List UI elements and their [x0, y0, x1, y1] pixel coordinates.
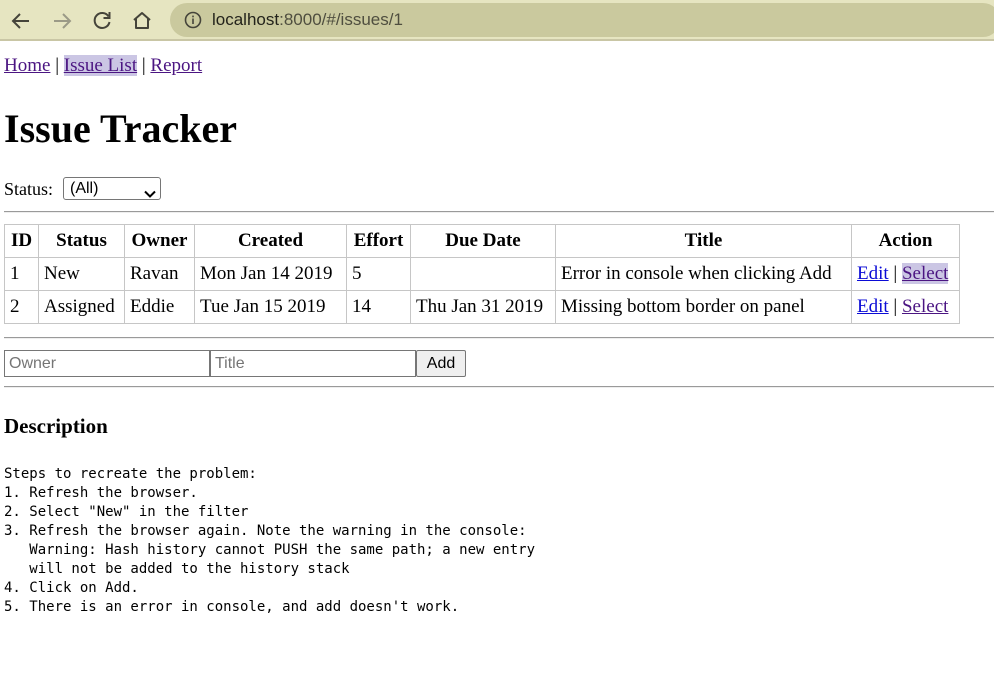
column-header-due-date: Due Date: [410, 224, 556, 258]
url-path: :8000/#/issues/1: [279, 10, 403, 29]
table-header-row: ID Status Owner Created Effort Due Date …: [4, 224, 960, 258]
status-filter: Status: (All): [4, 177, 161, 200]
action-separator: |: [893, 263, 898, 284]
cell-created: Mon Jan 14 2019: [194, 257, 347, 291]
reload-icon[interactable]: [88, 7, 116, 35]
page-title: Issue Tracker: [4, 106, 237, 151]
cell-action: Edit | Select: [851, 290, 960, 324]
nav-bar: Home | Issue List | Report: [4, 55, 202, 77]
cell-status: New: [38, 257, 125, 291]
add-button[interactable]: Add: [416, 350, 466, 377]
nav-link-home[interactable]: Home: [4, 55, 50, 76]
column-header-created: Created: [194, 224, 347, 258]
divider: [4, 337, 994, 339]
cell-due-date: [410, 257, 556, 291]
status-select-value: (All): [70, 180, 99, 197]
cell-effort: 5: [346, 257, 411, 291]
owner-input[interactable]: [4, 350, 210, 377]
divider: [4, 211, 994, 213]
browser-toolbar: localhost:8000/#/issues/1: [0, 0, 994, 41]
column-header-title: Title: [555, 224, 852, 258]
info-icon[interactable]: [184, 11, 202, 29]
cell-title: Error in console when clicking Add: [555, 257, 852, 291]
cell-title: Missing bottom border on panel: [555, 290, 852, 324]
cell-owner: Eddie: [124, 290, 195, 324]
chevron-down-icon: [144, 184, 156, 198]
description-heading: Description: [4, 414, 108, 438]
table-row[interactable]: 2 Assigned Eddie Tue Jan 15 2019 14 Thu …: [4, 290, 960, 324]
home-icon[interactable]: [128, 7, 156, 35]
table-row[interactable]: 1 New Ravan Mon Jan 14 2019 5 Error in c…: [4, 257, 960, 291]
divider: [4, 386, 994, 388]
cell-status: Assigned: [38, 290, 125, 324]
action-separator: |: [893, 296, 898, 317]
issue-table: ID Status Owner Created Effort Due Date …: [4, 224, 960, 324]
back-arrow-icon[interactable]: [7, 7, 35, 35]
cell-created: Tue Jan 15 2019: [194, 290, 347, 324]
cell-action: Edit | Select: [851, 257, 960, 291]
cell-effort: 14: [346, 290, 411, 324]
cell-due-date: Thu Jan 31 2019: [410, 290, 556, 324]
nav-link-issue-list[interactable]: Issue List: [63, 55, 138, 76]
status-select[interactable]: (All): [63, 177, 161, 200]
column-header-status: Status: [38, 224, 125, 258]
status-filter-label: Status:: [4, 179, 54, 199]
column-header-effort: Effort: [346, 224, 411, 258]
column-header-owner: Owner: [124, 224, 195, 258]
forward-arrow-icon[interactable]: [48, 7, 76, 35]
cell-id: 1: [4, 257, 39, 291]
column-header-id: ID: [4, 224, 39, 258]
nav-separator: |: [55, 55, 59, 76]
description-text: Steps to recreate the problem: 1. Refres…: [4, 466, 536, 615]
url-host: localhost: [212, 10, 280, 29]
select-link[interactable]: Select: [901, 263, 949, 284]
url-text: localhost:8000/#/issues/1: [212, 11, 403, 29]
title-input[interactable]: [210, 350, 416, 377]
select-link[interactable]: Select: [902, 296, 948, 317]
nav-separator: |: [141, 55, 146, 76]
cell-id: 2: [4, 290, 39, 324]
edit-link[interactable]: Edit: [857, 296, 889, 317]
column-header-action: Action: [851, 224, 960, 258]
edit-link[interactable]: Edit: [857, 263, 889, 284]
address-bar[interactable]: localhost:8000/#/issues/1: [170, 3, 994, 37]
cell-owner: Ravan: [124, 257, 195, 291]
nav-link-report[interactable]: Report: [150, 55, 202, 76]
